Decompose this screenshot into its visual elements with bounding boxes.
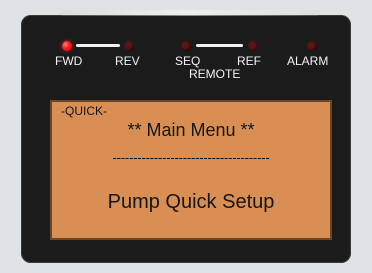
lcd-menu-title: ** Main Menu ** [127,120,255,140]
ref-led-icon [248,41,258,51]
lcd-selected-item: Pump Quick Setup [107,191,275,213]
panel-top-edge [60,10,320,16]
fwd-label: FWD [55,54,83,68]
alarm-led-icon [307,41,317,51]
lcd-divider: -------------------------------------- [112,150,270,165]
alarm-label: ALARM [287,54,329,68]
seq-ref-link [196,44,243,47]
lcd-mode-text: -QUICK- [61,104,107,118]
seq-led-icon [181,41,191,51]
fwd-rev-link [76,44,120,47]
remote-label: REMOTE [189,67,241,81]
fwd-led-icon [62,41,72,51]
rev-led-icon [124,41,134,51]
rev-label: REV [115,54,140,68]
seq-label: SEQ [175,54,201,68]
ref-label: REF [237,54,261,68]
